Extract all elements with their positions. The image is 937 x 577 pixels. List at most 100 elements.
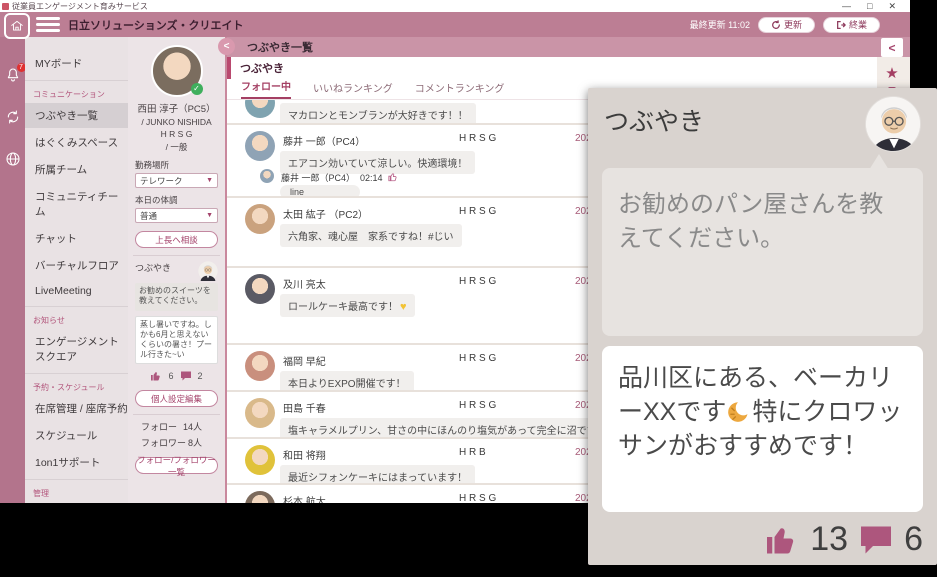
maximize-button[interactable]: □ — [867, 1, 872, 11]
sync-button[interactable] — [5, 109, 21, 125]
menu-button[interactable] — [36, 15, 60, 35]
end-work-button[interactable]: 終業 — [823, 17, 880, 33]
window-title: 従業員エンゲージメント育みサービス — [12, 1, 148, 12]
post-author[interactable]: 藤井 一郎（PC4） — [283, 133, 365, 148]
like-icon-large[interactable] — [764, 522, 800, 558]
sidebar-item[interactable]: LiveMeeting — [25, 280, 128, 302]
like-icon[interactable] — [150, 370, 162, 382]
post-department: H R S G — [459, 133, 496, 144]
tsubuyaki-question: お勧めのスイーツを教えてください。 — [135, 283, 218, 311]
like-icon[interactable] — [388, 172, 398, 184]
post-author[interactable]: 田島 千春 — [283, 400, 326, 415]
network-button[interactable] — [5, 151, 21, 167]
icon-rail: 7 — [0, 37, 25, 503]
profile-dept: H R S G — [135, 129, 218, 139]
right-toolbar: < ★ — [879, 38, 905, 93]
post-department: H R S G — [459, 353, 496, 364]
reply-time: 02:14 — [360, 173, 383, 183]
post-avatar — [245, 274, 275, 304]
collapse-chevron-button[interactable]: < — [218, 38, 235, 55]
comment-icon-large[interactable] — [858, 522, 894, 558]
post-author[interactable]: 和田 将翔 — [283, 447, 326, 462]
follow-label: フォロー — [141, 420, 177, 433]
favorite-star-icon[interactable]: ★ — [885, 64, 898, 82]
overlay-question-bubble: お勧めのパン屋さんを教えてください。 — [602, 168, 923, 336]
app-icon — [2, 3, 9, 10]
titlebar: 従業員エンゲージメント育みサービス — □ ✕ — [0, 0, 910, 12]
tsubuyaki-label: つぶやき — [135, 261, 171, 274]
post-avatar — [245, 131, 275, 161]
overlay-answer-bubble: 品川区にある、ベーカリーXXです特にクロワッサンがおすすめです！ — [602, 346, 923, 512]
sidebar-item[interactable]: エンゲージメントスクエア — [25, 329, 128, 369]
follow-list-button[interactable]: フォロー/フォロワー一覧 — [135, 457, 218, 474]
yellow-heart-icon: ♥ — [400, 301, 407, 313]
profile-like-count: 6 — [168, 371, 173, 381]
overlay-title: つぶやき — [604, 102, 704, 138]
sidebar-item[interactable]: 1on1サポート — [25, 450, 128, 475]
sidebar-item[interactable]: 在席管理 / 座席予約 — [25, 396, 128, 421]
master-avatar-large — [865, 96, 921, 152]
post-message: 本日よりEXPO開催です！ — [280, 371, 414, 392]
page-title: つぶやき一覧 — [247, 39, 313, 55]
refresh-icon — [771, 20, 781, 30]
profile-avatar: ✓ — [151, 45, 203, 97]
status-check-icon: ✓ — [191, 83, 203, 95]
tab[interactable]: フォロー中 — [241, 78, 291, 99]
post-author[interactable]: 及川 亮太 — [283, 276, 326, 291]
sidebar-item[interactable]: チャット — [25, 226, 128, 251]
post-author[interactable]: 福岡 早紀 — [283, 353, 326, 368]
close-button[interactable]: ✕ — [888, 1, 896, 11]
refresh-button[interactable]: 更新 — [758, 17, 815, 33]
post-department: H R S G — [459, 206, 496, 217]
comment-icon[interactable] — [180, 370, 192, 382]
panel-chevron-button[interactable]: < — [881, 38, 903, 57]
sidebar-item[interactable]: コミュニティチーム — [25, 184, 128, 224]
personal-settings-button[interactable]: 個人設定編集 — [135, 390, 218, 407]
tab[interactable]: コメントランキング — [415, 80, 505, 99]
post-avatar — [245, 445, 275, 475]
post-message: ロールケーキ最高です！♥ — [280, 294, 415, 317]
consult-supervisor-button[interactable]: 上長へ相談 — [135, 231, 218, 248]
sidebar-item[interactable]: スケジュール — [25, 423, 128, 448]
sidebar-item[interactable]: 所属チーム — [25, 157, 128, 182]
sidebar-item[interactable]: つぶやき一覧 — [25, 103, 128, 128]
sidebar-item[interactable]: はぐくみスペース — [25, 130, 128, 155]
sidebar-section-label: お知らせ — [25, 306, 128, 329]
sidebar-section-label: 予約・スケジュール — [25, 373, 128, 396]
tsubuyaki-input[interactable]: 蒸し暑いですね。しかも6月と思えないくらいの暑さ！プール行きた~い — [135, 316, 218, 364]
sync-icon — [5, 109, 21, 125]
minimize-button[interactable]: — — [842, 1, 851, 11]
app-header: 日立ソリューションズ・クリエイト 最終更新 11:02 更新 終業 — [0, 12, 910, 37]
work-location-label: 勤務場所 — [135, 159, 218, 171]
post-message: 六角家、魂心屋 家系ですね！#じい — [280, 224, 462, 247]
overlay-comment-count: 6 — [904, 520, 923, 559]
last-updated-label: 最終更新 11:02 — [690, 18, 750, 31]
sidebar-item[interactable]: バーチャルフロア — [25, 253, 128, 278]
post-avatar — [245, 491, 275, 503]
profile-comment-count: 2 — [198, 371, 203, 381]
tab[interactable]: いいねランキング — [313, 80, 393, 99]
chevron-down-icon: ▼ — [206, 212, 213, 219]
globe-icon — [5, 151, 21, 167]
follower-count: 8人 — [188, 436, 202, 449]
profile-grade: / 一般 — [135, 141, 218, 153]
sidebar-nav: MYボードコミュニケーションつぶやき一覧はぐくみスペース所属チームコミュニティチ… — [25, 37, 128, 503]
page-header: < つぶやき一覧 — [227, 37, 910, 57]
notifications-button[interactable]: 7 — [5, 67, 21, 83]
post-author[interactable]: 杉本 航大 — [283, 493, 326, 503]
post-message: マカロンとモンブランが大好きです！！ — [280, 103, 476, 125]
condition-select[interactable]: 普通▼ — [135, 208, 218, 223]
reply-author[interactable]: 藤井 一郎（PC4） — [281, 171, 355, 184]
post-avatar — [245, 398, 275, 428]
home-button[interactable] — [4, 13, 30, 39]
profile-name: 西田 淳子（PC5） — [135, 101, 218, 115]
post-message: 塩キャラメルプリン、甘さの中にほんのり塩気があって完全に沼です — [280, 418, 605, 439]
reply-message: line — [280, 185, 360, 198]
chevron-down-icon: ▼ — [206, 177, 213, 184]
work-location-select[interactable]: テレワーク▼ — [135, 173, 218, 188]
logout-icon — [836, 20, 846, 30]
profile-romaji: / JUNKO NISHIDA — [135, 117, 218, 127]
sidebar-item[interactable]: MYボード — [25, 51, 128, 76]
sidebar-item[interactable]: ダッシュボード — [25, 502, 128, 503]
post-author[interactable]: 太田 紘子 （PC2） — [283, 206, 368, 221]
